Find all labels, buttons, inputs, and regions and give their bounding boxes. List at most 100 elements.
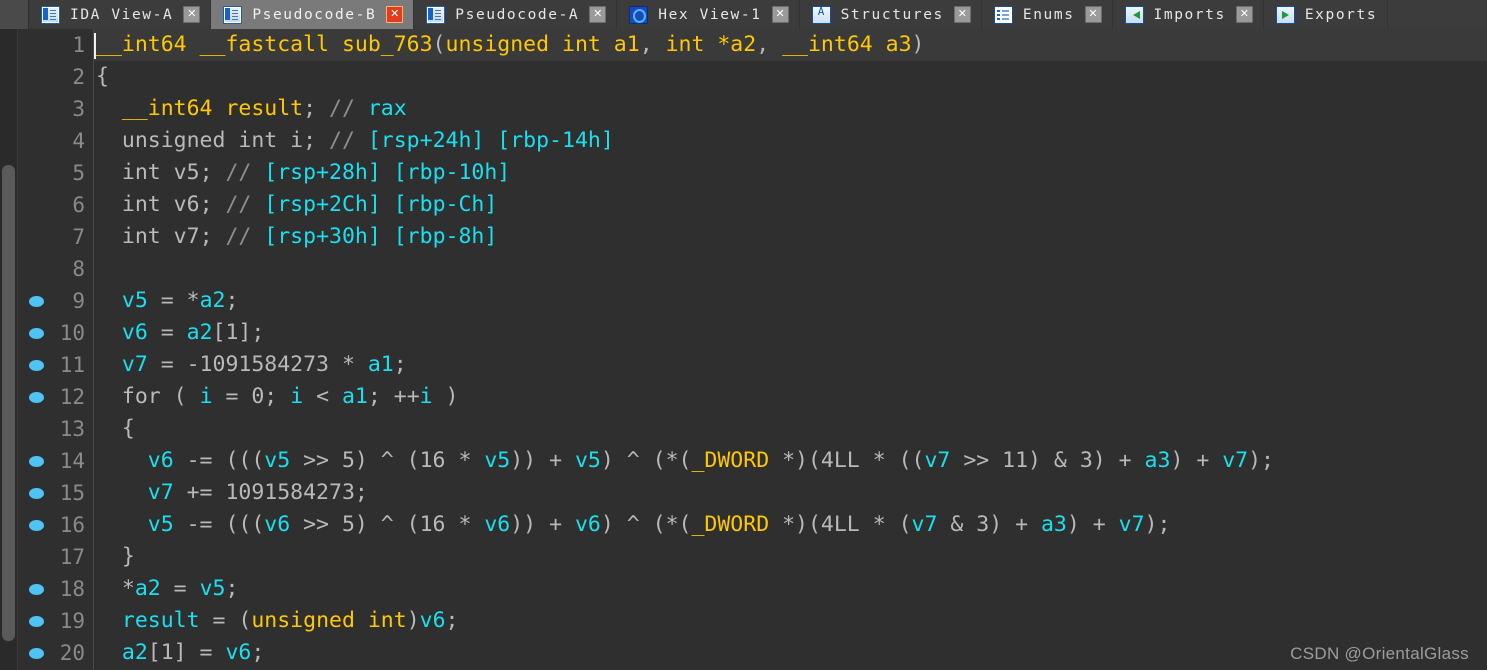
code-line[interactable]: a2[1] = v6; <box>94 637 1487 669</box>
code-line[interactable]: { <box>94 61 1487 93</box>
gutter-row[interactable]: 5 <box>18 157 93 189</box>
code-token: , <box>639 32 666 57</box>
code-line[interactable]: int v7; // [rsp+30h] [rbp-8h] <box>94 221 1487 253</box>
code-area[interactable]: __int64 __fastcall sub_763(unsigned int … <box>94 29 1487 670</box>
breakpoint-dot-icon[interactable] <box>29 328 44 339</box>
code-line[interactable]: *a2 = v5; <box>94 573 1487 605</box>
code-token: v6 <box>419 608 446 633</box>
gutter-row[interactable]: 10 <box>18 317 93 349</box>
code-line[interactable]: __int64 __fastcall sub_763(unsigned int … <box>94 29 1487 61</box>
code-line[interactable] <box>94 253 1487 285</box>
breakpoint-dot-icon[interactable] <box>29 392 44 403</box>
code-line[interactable]: { <box>94 413 1487 445</box>
tab-close-icon[interactable]: ✕ <box>1235 6 1253 23</box>
code-token: } <box>96 544 135 569</box>
tab-label: Imports <box>1153 6 1226 23</box>
code-token: ); <box>1144 512 1171 537</box>
code-token: -= ((( <box>173 512 265 537</box>
code-token: >> 5) ^ (16 * <box>290 512 485 537</box>
vertical-scrollbar[interactable] <box>0 29 18 670</box>
code-token: ) <box>406 608 420 633</box>
gutter-row[interactable]: 18 <box>18 573 93 605</box>
breakpoint-dot-icon[interactable] <box>29 456 44 467</box>
line-number: 9 <box>72 289 85 313</box>
code-line[interactable]: v5 -= (((v6 >> 5) ^ (16 * v6)) + v6) ^ (… <box>94 509 1487 541</box>
tab-imports[interactable]: Imports ✕ <box>1112 0 1264 29</box>
code-token: ; <box>303 128 329 153</box>
gutter-row[interactable]: 19 <box>18 605 93 637</box>
code-line[interactable]: } <box>94 541 1487 573</box>
code-token: v7 <box>1222 448 1249 473</box>
line-number: 19 <box>59 609 85 633</box>
breakpoint-dot-icon[interactable] <box>29 296 44 307</box>
imports-icon <box>1124 5 1144 24</box>
tab-bar-scroll-stub[interactable] <box>0 0 29 29</box>
code-token: int v6 <box>96 192 200 217</box>
tab-bar: IDA View-A ✕ Pseudocode-B ✕ Pseudocode-A ✕ Hex… <box>0 0 1487 29</box>
code-line[interactable]: v6 = a2[1]; <box>94 317 1487 349</box>
gutter-row[interactable]: 4 <box>18 125 93 157</box>
code-token: = <box>147 320 187 345</box>
document-icon <box>41 5 60 24</box>
tab-close-icon[interactable]: ✕ <box>589 6 607 23</box>
tab-hex-view-1[interactable]: Hex View-1 ✕ <box>617 0 800 29</box>
code-line[interactable]: v5 = *a2; <box>94 285 1487 317</box>
breakpoint-dot-icon[interactable] <box>29 360 44 371</box>
code-token: ) ^ (*( <box>600 512 692 537</box>
code-token: v5 <box>147 512 174 537</box>
gutter-row[interactable]: 7 <box>18 221 93 253</box>
vertical-scrollbar-thumb[interactable] <box>2 165 15 641</box>
code-token: ; <box>393 352 407 377</box>
code-token: v7 <box>924 448 951 473</box>
gutter-row[interactable]: 17 <box>18 541 93 573</box>
tab-close-icon[interactable]: ✕ <box>771 6 789 23</box>
breakpoint-dot-icon[interactable] <box>29 648 44 659</box>
gutter-row[interactable]: 16 <box>18 509 93 541</box>
gutter-row[interactable]: 20 <box>18 637 93 669</box>
gutter-row[interactable]: 9 <box>18 285 93 317</box>
code-line[interactable]: int v5; // [rsp+28h] [rbp-10h] <box>94 157 1487 189</box>
tab-close-icon[interactable]: ✕ <box>386 6 404 23</box>
code-line[interactable]: v6 -= (((v5 >> 5) ^ (16 * v5)) + v5) ^ (… <box>94 445 1487 477</box>
tab-ida-view-a[interactable]: IDA View-A ✕ <box>29 0 212 29</box>
tab-label: Structures <box>840 6 944 23</box>
structures-icon <box>811 5 831 24</box>
code-token: // <box>329 128 355 153</box>
tab-enums[interactable]: Enums ✕ <box>981 0 1113 29</box>
gutter-row[interactable]: 15 <box>18 477 93 509</box>
code-token: a1 <box>600 32 640 57</box>
gutter-row[interactable]: 11 <box>18 349 93 381</box>
gutter-row[interactable]: 2 <box>18 61 93 93</box>
code-line[interactable]: __int64 result; // rax <box>94 93 1487 125</box>
code-token: rax <box>367 96 407 121</box>
gutter-row[interactable]: 8 <box>18 253 93 285</box>
breakpoint-dot-icon[interactable] <box>29 488 44 499</box>
line-number: 2 <box>72 65 85 89</box>
gutter-row[interactable]: 12 <box>18 381 93 413</box>
code-line[interactable]: int v6; // [rsp+2Ch] [rbp-Ch] <box>94 189 1487 221</box>
gutter-row[interactable]: 13 <box>18 413 93 445</box>
code-line[interactable]: v7 = -1091584273 * a1; <box>94 349 1487 381</box>
code-token: [rsp+2Ch] [rbp-Ch] <box>264 192 498 217</box>
gutter-row[interactable]: 6 <box>18 189 93 221</box>
line-number: 18 <box>59 577 85 601</box>
tab-pseudocode-a[interactable]: Pseudocode-A ✕ <box>414 0 618 29</box>
tab-close-icon[interactable]: ✕ <box>1084 6 1102 23</box>
code-token: ; <box>445 608 459 633</box>
code-token: // <box>225 160 252 185</box>
tab-pseudocode-b[interactable]: Pseudocode-B ✕ <box>211 0 415 29</box>
code-line[interactable]: for ( i = 0; i < a1; ++i ) <box>94 381 1487 413</box>
gutter-row[interactable]: 1 <box>18 29 93 61</box>
gutter-row[interactable]: 3 <box>18 93 93 125</box>
tab-close-icon[interactable]: ✕ <box>953 6 971 23</box>
breakpoint-dot-icon[interactable] <box>29 616 44 627</box>
code-line[interactable]: unsigned int i; // [rsp+24h] [rbp-14h] <box>94 125 1487 157</box>
gutter-row[interactable]: 14 <box>18 445 93 477</box>
breakpoint-dot-icon[interactable] <box>29 584 44 595</box>
tab-close-icon[interactable]: ✕ <box>183 6 201 23</box>
breakpoint-dot-icon[interactable] <box>29 520 44 531</box>
code-line[interactable]: result = (unsigned int)v6; <box>94 605 1487 637</box>
tab-exports[interactable]: Exports <box>1263 0 1389 29</box>
code-line[interactable]: v7 += 1091584273; <box>94 477 1487 509</box>
tab-structures[interactable]: Structures ✕ <box>799 0 982 29</box>
